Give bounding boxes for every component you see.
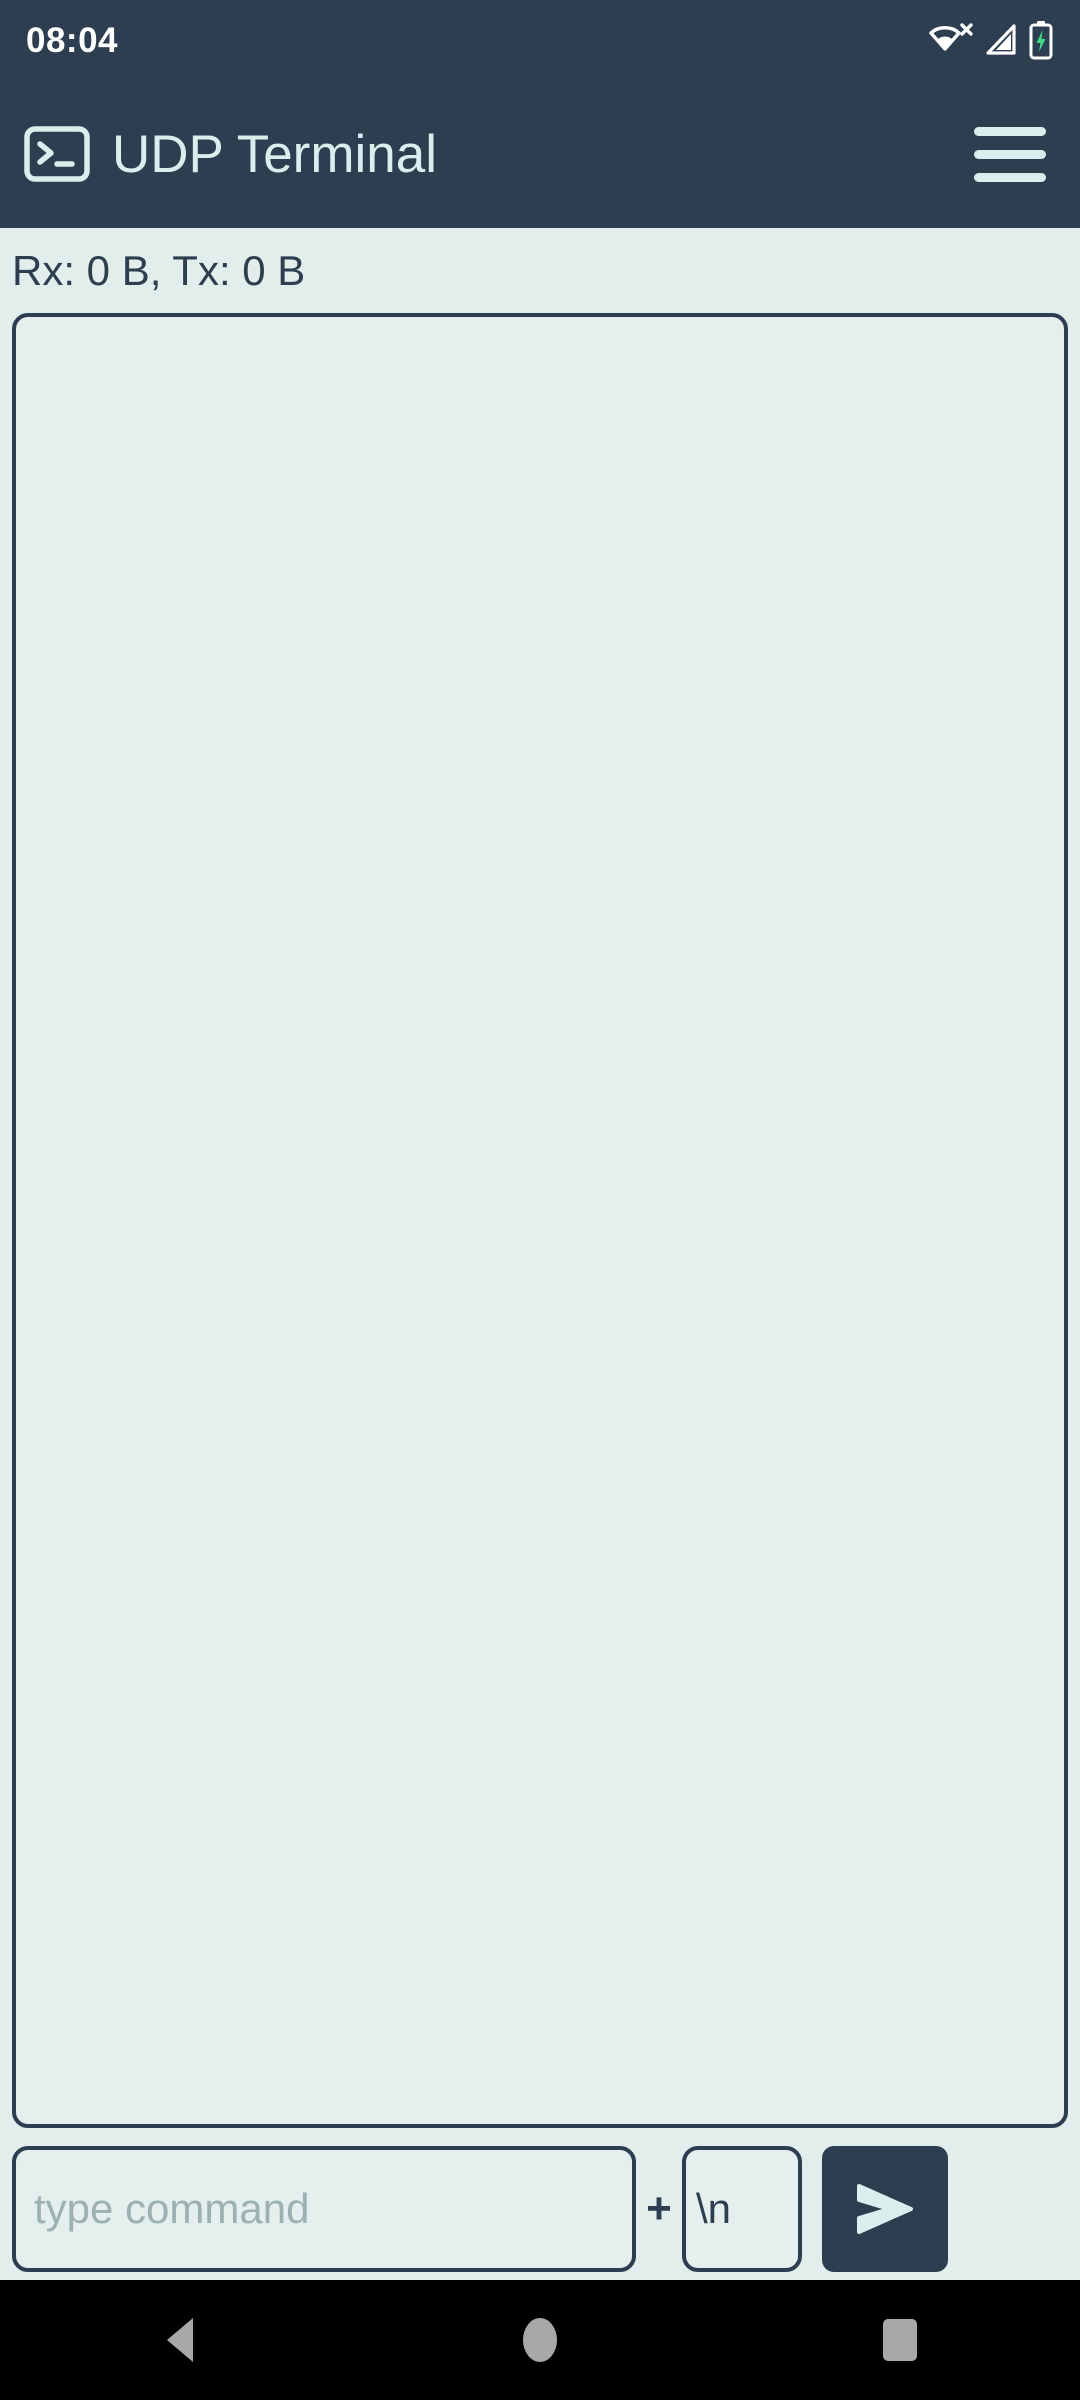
status-bar: 08:04 [0, 0, 1080, 80]
traffic-stats-label: Rx: 0 B, Tx: 0 B [12, 247, 306, 294]
home-circle-icon [523, 2318, 557, 2362]
command-input[interactable] [12, 2146, 636, 2272]
cell-signal-icon [986, 24, 1016, 55]
send-arrow-icon [857, 2184, 913, 2234]
android-nav-bar [0, 2280, 1080, 2400]
app-bar: UDP Terminal [0, 80, 1080, 228]
status-bar-icons [928, 19, 1054, 61]
command-input-row: + [12, 2144, 1068, 2274]
hamburger-menu-icon[interactable] [974, 119, 1052, 189]
nav-back-button[interactable] [100, 2280, 260, 2400]
nav-recents-button[interactable] [820, 2280, 980, 2400]
hamburger-bar [974, 172, 1046, 182]
battery-charging-icon [1029, 21, 1053, 60]
terminal-output-area[interactable] [12, 313, 1068, 2128]
send-button[interactable] [822, 2146, 948, 2272]
hamburger-bar [974, 126, 1046, 136]
hamburger-bar [974, 149, 1046, 159]
recents-square-icon [883, 2319, 917, 2361]
nav-home-button[interactable] [460, 2280, 620, 2400]
plus-separator-label: + [646, 2184, 672, 2233]
app-title: UDP Terminal [112, 124, 437, 184]
line-terminator-input[interactable] [682, 2146, 802, 2272]
terminal-icon [24, 126, 90, 182]
wifi-no-internet-icon [929, 23, 973, 51]
back-triangle-icon [167, 2318, 193, 2362]
status-bar-clock: 08:04 [26, 20, 119, 60]
